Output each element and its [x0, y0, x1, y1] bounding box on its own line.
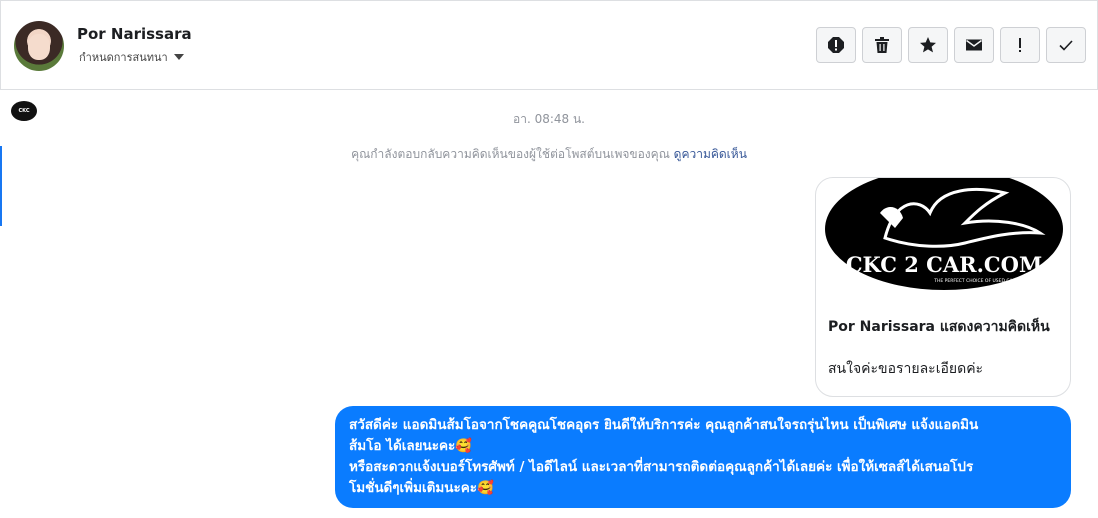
trash-icon — [875, 37, 889, 53]
assign-conversation-dropdown[interactable]: กำหนดการสนทนา — [79, 48, 184, 66]
conversation-header: Por Narissara กำหนดการสนทนา — [0, 1, 1098, 90]
notice-text: คุณกำลังตอบกลับความคิดเห็นของผู้ใช้ต่อโพ… — [351, 147, 674, 161]
mail-icon — [966, 39, 982, 51]
reply-line: ส้มโอ ได้เลยนะคะ🥰 — [349, 438, 473, 454]
comment-card[interactable]: CKC 2 CAR.COM THE PERFECT CHOICE OF USED… — [815, 177, 1071, 397]
done-button[interactable] — [1046, 27, 1086, 63]
reply-line: โมชั่นดีๆเพิ่มเติมนะคะ🥰 — [349, 480, 494, 496]
view-comment-link[interactable]: ดูความคิดเห็น — [674, 147, 747, 161]
star-icon — [920, 37, 936, 53]
check-icon — [1059, 40, 1073, 51]
reply-message-bubble[interactable]: สวัสดีค่ะ แอดมินส้มโอจากโชคคูณโชคอุดร ยิ… — [335, 406, 1071, 508]
ckc2car-logo-icon: CKC 2 CAR.COM THE PERFECT CHOICE OF USED… — [825, 178, 1063, 290]
assign-label: กำหนดการสนทนา — [79, 51, 168, 64]
contact-name[interactable]: Por Narissara — [77, 25, 192, 43]
message-timestamp: อา. 08:48 น. — [513, 112, 585, 126]
comment-text: สนใจค่ะขอรายละเอียดค่ะ — [828, 361, 984, 377]
card-title: Por Narissara แสดงความคิดเห็น — [828, 319, 1050, 335]
important-button[interactable] — [1000, 27, 1040, 63]
avatar[interactable] — [14, 21, 64, 71]
caret-down-icon — [173, 54, 184, 60]
svg-text:THE PERFECT CHOICE OF USED CAR: THE PERFECT CHOICE OF USED CAR — [933, 278, 1015, 284]
delete-button[interactable] — [862, 27, 902, 63]
svg-text:CKC 2 CAR.COM: CKC 2 CAR.COM — [846, 252, 1042, 277]
spam-icon — [828, 37, 844, 53]
important-icon — [1019, 38, 1021, 52]
reply-line: หรือสะดวกแจ้งเบอร์โทรศัพท์ / ไอดีไลน์ แล… — [349, 459, 974, 475]
reply-line: สวัสดีค่ะ แอดมินส้มโอจากโชคคูณโชคอุดร ยิ… — [349, 417, 979, 433]
action-toolbar — [816, 27, 1086, 63]
spam-button[interactable] — [816, 27, 856, 63]
reply-context-notice: คุณกำลังตอบกลับความคิดเห็นของผู้ใช้ต่อโพ… — [0, 145, 1098, 164]
star-button[interactable] — [908, 27, 948, 63]
mark-unread-button[interactable] — [954, 27, 994, 63]
